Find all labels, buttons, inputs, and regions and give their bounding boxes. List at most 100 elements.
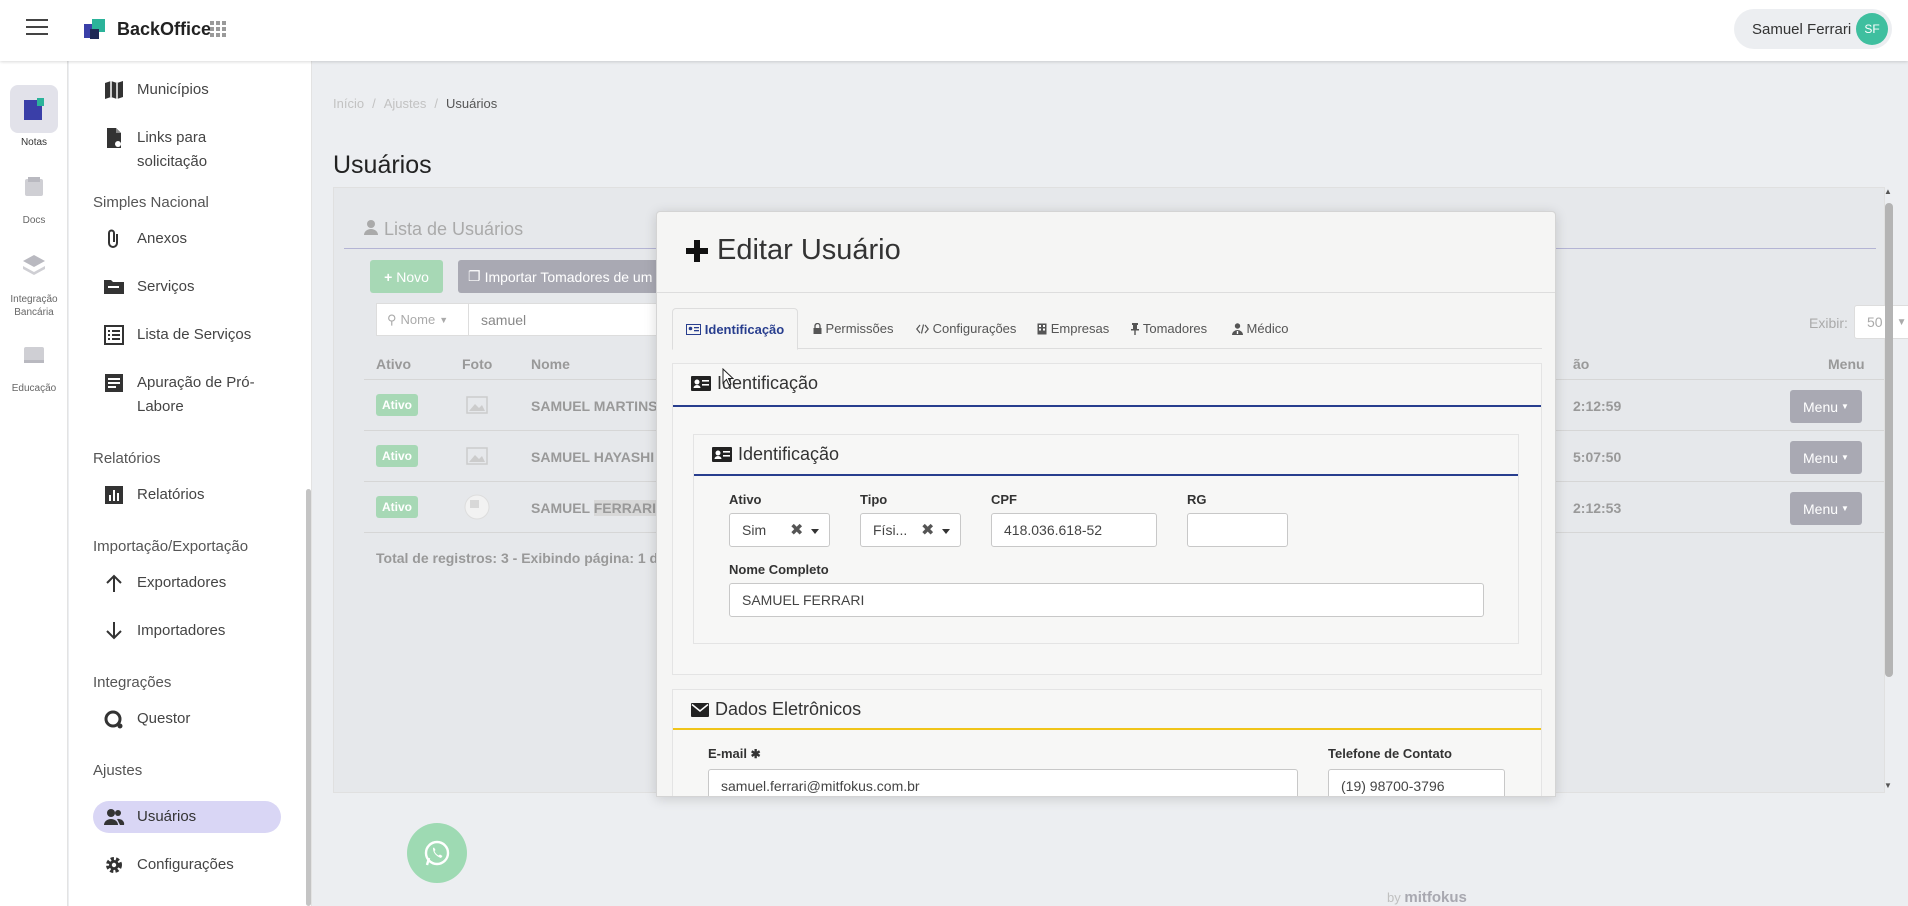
- sidebar-group-importacao: Importação/Exportação: [93, 538, 249, 555]
- cpf-input[interactable]: 418.036.618-52: [991, 513, 1157, 547]
- tab-identificacao[interactable]: Identificação: [672, 308, 798, 350]
- bar-chart-icon: [105, 486, 123, 504]
- pin-icon: [1130, 322, 1139, 335]
- column-header-alteracao[interactable]: ão: [1573, 356, 1589, 372]
- column-header-ativo[interactable]: Ativo: [376, 356, 411, 372]
- button-label: Menu: [1803, 449, 1839, 466]
- sidebar-group-relatorios: Relatórios: [93, 450, 161, 467]
- sidebar-item-usuarios[interactable]: Usuários: [93, 801, 281, 833]
- breadcrumb-ajustes[interactable]: Ajustes: [384, 96, 427, 111]
- breadcrumb-home[interactable]: Início: [333, 96, 364, 111]
- sidebar-item-label: Links para solicitação: [137, 129, 208, 170]
- sidebar-item-anexos[interactable]: Anexos: [93, 223, 281, 255]
- sidebar-item-label: Questor: [137, 710, 191, 727]
- column-header-nome[interactable]: Nome: [531, 356, 570, 372]
- tab-label: Identificação: [704, 321, 785, 337]
- document-icon: [105, 374, 123, 392]
- doctor-icon: [1231, 322, 1243, 335]
- column-header-menu: Menu: [1828, 356, 1865, 372]
- mouse-cursor-icon: [722, 368, 734, 386]
- total-records: Total de registros: 3 - Exibindo página:…: [376, 550, 666, 566]
- import-button[interactable]: ❐ Importar Tomadores de um c: [458, 260, 688, 293]
- filter-field-select[interactable]: ⚲ Nome ▼: [377, 304, 469, 335]
- dados-eletronicos-section: Dados Eletrônicos E-mail ✱ samuel.ferrar…: [672, 689, 1542, 796]
- sidebar-item-municipios[interactable]: Municípios: [93, 74, 281, 106]
- sidebar-item-label: Apuração de Pró-Labore: [137, 374, 255, 415]
- sidebar-item-questor[interactable]: Questor: [93, 703, 281, 735]
- sidebar-group-ajustes: Ajustes: [93, 762, 143, 779]
- tab-empresas[interactable]: Empresas: [1028, 308, 1118, 349]
- tab-permissoes[interactable]: Permissões: [802, 308, 904, 349]
- column-header-foto[interactable]: Foto: [462, 356, 492, 372]
- sidebar-item-relatorios[interactable]: Relatórios: [93, 479, 281, 511]
- row-menu-button[interactable]: Menu ▼: [1790, 441, 1862, 474]
- lock-icon: [813, 323, 822, 334]
- hamburger-menu-icon[interactable]: [26, 19, 48, 35]
- user-menu-button[interactable]: Samuel Ferrari SF: [1734, 9, 1892, 49]
- phone-label: Telefone de Contato: [1328, 746, 1452, 761]
- tab-label: Permissões: [825, 321, 894, 336]
- section-title: Dados Eletrônicos: [691, 699, 861, 720]
- arrow-up-icon: [106, 574, 122, 592]
- email-input[interactable]: samuel.ferrari@mitfokus.com.br: [708, 769, 1298, 796]
- sidebar-item-label: Serviços: [137, 278, 195, 295]
- section-title: Identificação: [691, 373, 818, 394]
- sidebar-item-configuracoes[interactable]: Configurações: [93, 849, 281, 881]
- status-badge: Ativo: [376, 445, 418, 467]
- rail-item-docs[interactable]: Docs: [0, 163, 68, 226]
- clear-icon[interactable]: ✖: [790, 520, 803, 540]
- nome-completo-input[interactable]: SAMUEL FERRARI: [729, 583, 1484, 617]
- photo-placeholder-icon: [466, 447, 488, 465]
- new-user-button[interactable]: + Novo: [370, 260, 443, 293]
- tab-configuracoes[interactable]: Configurações: [908, 308, 1024, 349]
- user-name: Samuel Ferrari: [1752, 20, 1852, 38]
- search-input[interactable]: samuel: [469, 312, 526, 328]
- questor-icon: [104, 710, 123, 729]
- footer-by: by: [1387, 890, 1401, 905]
- apps-grid-icon[interactable]: [209, 20, 227, 38]
- tab-tomadores[interactable]: Tomadores: [1122, 308, 1216, 349]
- section-title-text: Dados Eletrônicos: [715, 699, 862, 719]
- rg-input[interactable]: [1187, 513, 1288, 547]
- map-icon: [105, 81, 123, 99]
- tipo-select[interactable]: Físi... ✖: [860, 513, 961, 547]
- page-title: Usuários: [333, 151, 432, 179]
- brand-name: BackOffice: [117, 19, 212, 39]
- sidebar-item-links[interactable]: Links para solicitação: [93, 122, 281, 178]
- scrollbar-thumb[interactable]: [1885, 203, 1893, 677]
- tab-medico[interactable]: Médico: [1220, 308, 1300, 349]
- sidebar: Municípios Links para solicitação Simple…: [69, 61, 312, 906]
- subsection-title: Identificação: [712, 444, 839, 465]
- search-icon: ⚲: [387, 311, 397, 327]
- tab-label: Tomadores: [1142, 321, 1208, 336]
- rail-item-notas[interactable]: Notas: [0, 85, 68, 148]
- sidebar-item-servicos[interactable]: Serviços: [93, 271, 281, 303]
- cpf-label: CPF: [991, 492, 1017, 507]
- divider: [694, 474, 1518, 476]
- row-menu-button[interactable]: Menu ▼: [1790, 390, 1862, 423]
- ativo-select[interactable]: Sim ✖: [729, 513, 830, 547]
- caret-down-icon: ▼: [1841, 504, 1849, 513]
- search-group: ⚲ Nome ▼ samuel: [376, 303, 676, 336]
- modal-title: Editar Usuário: [685, 234, 901, 267]
- sidebar-scrollbar[interactable]: [306, 489, 311, 906]
- required-asterisk: ✱: [750, 747, 761, 761]
- rail-item-integracao[interactable]: Integração Bancária: [0, 241, 68, 319]
- sidebar-item-apuracao[interactable]: Apuração de Pró-Labore: [93, 367, 281, 423]
- sidebar-item-lista-servicos[interactable]: Lista de Serviços: [93, 319, 281, 351]
- sidebar-item-importadores[interactable]: Importadores: [93, 615, 281, 647]
- rail-item-educacao[interactable]: Educação: [0, 331, 68, 394]
- modal-tabs: Identificação Permissões Configurações E…: [672, 308, 1542, 350]
- sidebar-item-exportadores[interactable]: Exportadores: [93, 567, 281, 599]
- gear-icon: [106, 857, 122, 873]
- divider: [673, 728, 1541, 730]
- page-scrollbar[interactable]: ▲ ▼: [1881, 187, 1895, 793]
- clear-icon[interactable]: ✖: [921, 520, 934, 540]
- user-name-cell: SAMUEL MARTINS: [531, 398, 658, 414]
- row-menu-button[interactable]: Menu ▼: [1790, 492, 1862, 525]
- plus-icon: +: [384, 268, 393, 285]
- whatsapp-button[interactable]: [407, 823, 467, 883]
- user-icon: [364, 220, 378, 235]
- phone-input[interactable]: (19) 98700-3796: [1328, 769, 1505, 796]
- breadcrumb-separator: /: [372, 96, 376, 111]
